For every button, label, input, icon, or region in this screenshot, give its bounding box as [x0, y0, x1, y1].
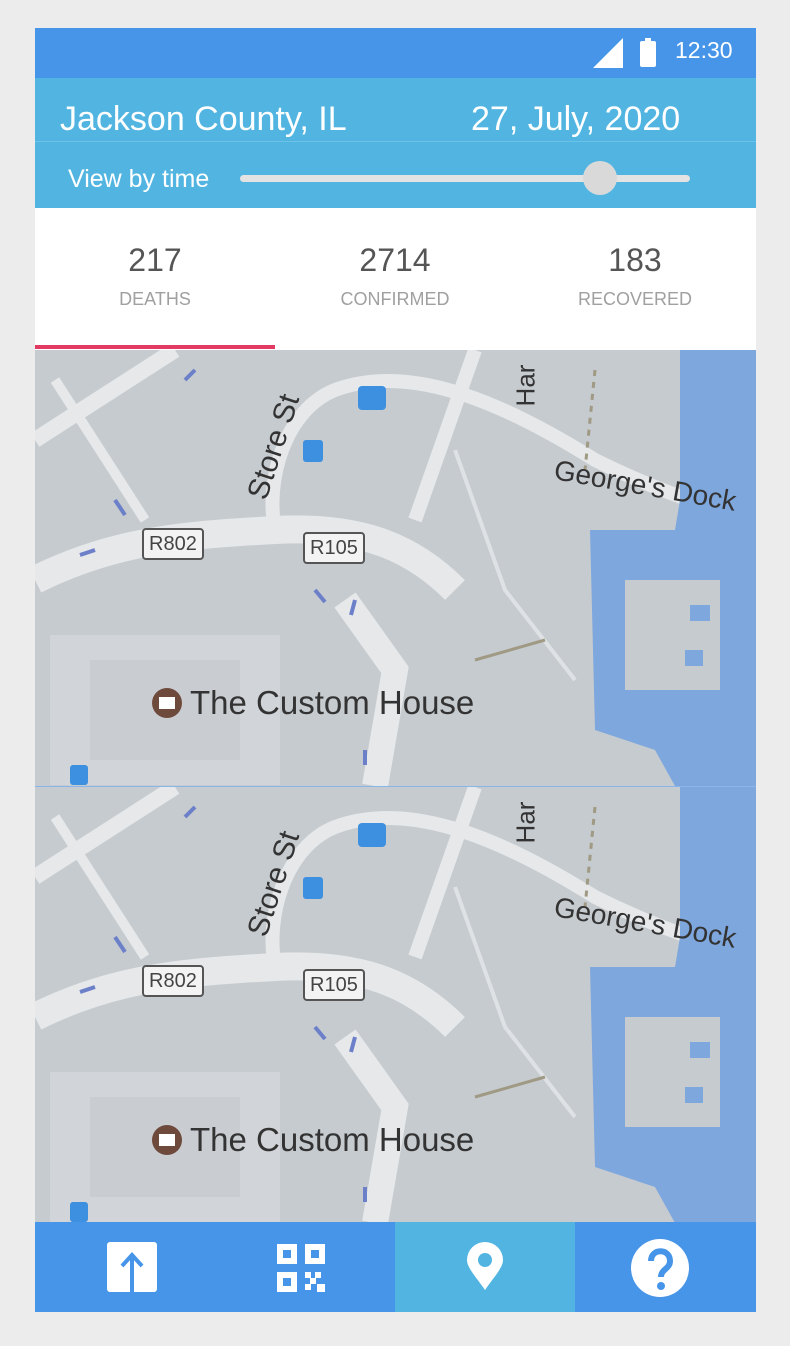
time-slider[interactable]: [240, 175, 690, 182]
header-divider: [35, 141, 756, 142]
map-view[interactable]: Store St George's Dock Har R802 R105 The…: [35, 350, 756, 786]
map-label-street-partial: Har: [510, 801, 541, 844]
road-tag-r802: R802: [142, 965, 204, 997]
status-bar: 12:30: [35, 28, 756, 78]
help-icon: [631, 1239, 689, 1297]
road-tag-r105: R105: [303, 969, 365, 1001]
selected-tab-indicator: [35, 345, 275, 349]
nav-upload-button[interactable]: [35, 1222, 215, 1312]
location-title: Jackson County, IL: [60, 100, 347, 138]
date-label: 27, July, 2020: [471, 100, 681, 138]
map-view-secondary[interactable]: Store St George's Dock Har R802 R105 The…: [35, 786, 756, 1222]
location-pin-icon: [467, 1242, 503, 1290]
nav-qr-code-button[interactable]: [215, 1222, 395, 1312]
confirmed-label: CONFIRMED: [340, 289, 450, 309]
location-header: Jackson County, IL 27, July, 2020 View b…: [35, 78, 756, 208]
bottom-navigation: [35, 1222, 756, 1312]
map-label-landmark: The Custom House: [190, 684, 475, 721]
nav-help-button[interactable]: [575, 1222, 755, 1312]
map-label-landmark: The Custom House: [190, 1121, 475, 1158]
tab-deaths[interactable]: 217 DEATHS: [35, 208, 275, 350]
status-time: 12:30: [675, 37, 733, 63]
time-slider-label: View by time: [68, 165, 210, 193]
road-tag-r802: R802: [142, 528, 204, 560]
stats-tabs: 217 DEATHS 2714 CONFIRMED 183 RECOVERED: [35, 208, 756, 350]
time-slider-thumb[interactable]: [583, 161, 617, 195]
confirmed-count: 2714: [359, 242, 431, 278]
nav-location-button[interactable]: [395, 1222, 575, 1312]
recovered-label: RECOVERED: [577, 289, 693, 309]
tab-confirmed[interactable]: 2714 CONFIRMED: [275, 208, 515, 350]
map-label-street-partial: Har: [510, 364, 541, 407]
road-tag-r105: R105: [303, 532, 365, 564]
recovered-count: 183: [608, 242, 662, 278]
tab-recovered[interactable]: 183 RECOVERED: [515, 208, 755, 350]
qr-code-icon: [277, 1244, 325, 1292]
deaths-label: DEATHS: [119, 289, 191, 309]
signal-icon: [593, 38, 623, 68]
battery-icon: [640, 38, 656, 67]
app-screen: 12:30 Jackson County, IL 27, July, 2020 …: [35, 28, 756, 1312]
upload-icon: [107, 1242, 157, 1304]
deaths-count: 217: [128, 242, 182, 278]
